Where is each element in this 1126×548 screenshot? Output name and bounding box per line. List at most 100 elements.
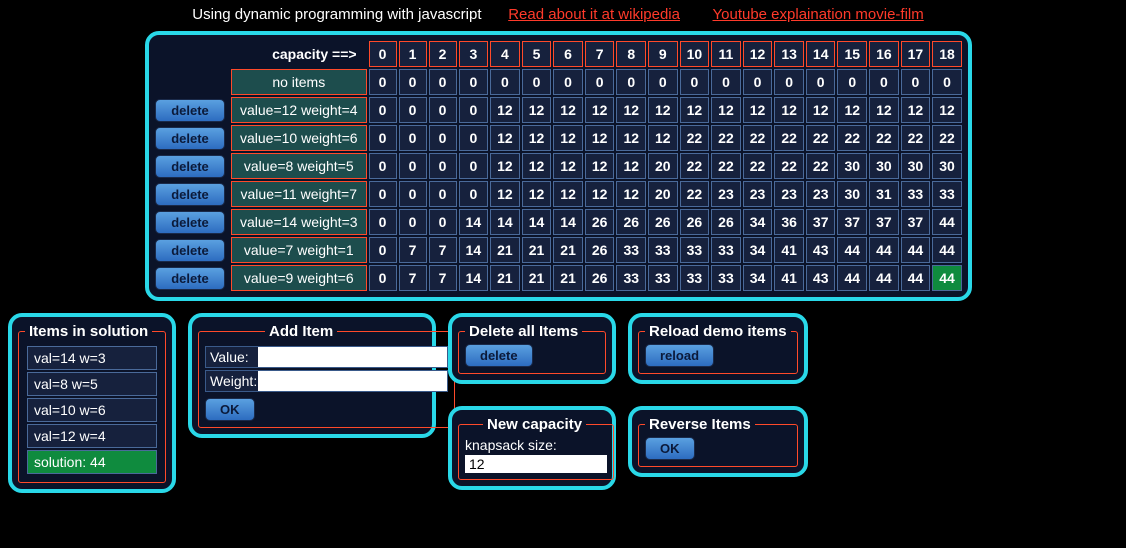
dp-cell: 34 — [743, 265, 773, 291]
add-item-ok-button[interactable]: OK — [205, 398, 255, 421]
dp-cell: 41 — [774, 237, 804, 263]
dp-cell: 21 — [490, 237, 520, 263]
capacity-header: 2 — [429, 41, 457, 67]
dp-cell: 37 — [869, 209, 899, 235]
wikipedia-link[interactable]: Read about it at wikipedia — [508, 6, 680, 23]
solution-item: val=10 w=6 — [27, 398, 157, 422]
header-bar: Using dynamic programming with javascrip… — [0, 0, 1126, 29]
dp-cell: 0 — [774, 69, 804, 95]
dp-cell: 44 — [901, 265, 931, 291]
dp-cell: 43 — [806, 265, 836, 291]
dp-cell: 12 — [553, 181, 583, 207]
dp-cell: 0 — [399, 181, 427, 207]
delete-row-button[interactable]: delete — [155, 239, 225, 262]
dp-cell: 0 — [490, 69, 520, 95]
capacity-header: 4 — [490, 41, 520, 67]
dp-cell: 14 — [490, 209, 520, 235]
capacity-header: 16 — [869, 41, 899, 67]
dp-cell: 12 — [743, 97, 773, 123]
capacity-header: 0 — [369, 41, 397, 67]
solution-item: val=12 w=4 — [27, 424, 157, 448]
dp-cell: 22 — [711, 125, 741, 151]
delete-row-button[interactable]: delete — [155, 99, 225, 122]
capacity-header: 6 — [553, 41, 583, 67]
dp-cell: 43 — [806, 237, 836, 263]
dp-cell: 37 — [901, 209, 931, 235]
dp-cell: 14 — [553, 209, 583, 235]
capacity-header: 7 — [585, 41, 615, 67]
reload-panel: Reload demo items reload — [628, 313, 808, 384]
dp-cell: 7 — [399, 265, 427, 291]
youtube-link[interactable]: Youtube explaination movie-film — [713, 6, 924, 23]
row-label: value=7 weight=1 — [231, 237, 367, 263]
dp-cell: 0 — [459, 97, 489, 123]
solution-legend: Items in solution — [25, 323, 152, 340]
delete-row-button[interactable]: delete — [155, 155, 225, 178]
dp-cell: 23 — [806, 181, 836, 207]
delete-all-legend: Delete all Items — [465, 323, 582, 340]
reverse-ok-button[interactable]: OK — [645, 437, 695, 460]
new-capacity-panel: New capacity knapsack size: — [448, 406, 616, 490]
dp-cell: 36 — [774, 209, 804, 235]
dp-cell: 33 — [711, 265, 741, 291]
dp-cell: 22 — [680, 181, 710, 207]
solution-panel: Items in solution val=14 w=3val=8 w=5val… — [8, 313, 176, 493]
dp-cell: 22 — [837, 125, 867, 151]
dp-cell: 12 — [522, 181, 552, 207]
reload-legend: Reload demo items — [645, 323, 791, 340]
dp-cell: 22 — [711, 153, 741, 179]
dp-cell: 12 — [553, 153, 583, 179]
dp-table-panel: capacity ==>0123456789101112131415161718… — [145, 31, 972, 301]
solution-item: val=8 w=5 — [27, 372, 157, 396]
dp-cell: 0 — [399, 153, 427, 179]
row-label: value=9 weight=6 — [231, 265, 367, 291]
delete-row-button[interactable]: delete — [155, 183, 225, 206]
add-item-legend: Add Item — [265, 323, 337, 340]
dp-cell: 12 — [585, 181, 615, 207]
capacity-header: 15 — [837, 41, 867, 67]
dp-cell: 12 — [490, 97, 520, 123]
dp-cell: 21 — [490, 265, 520, 291]
dp-cell: 21 — [522, 237, 552, 263]
dp-cell: 30 — [932, 153, 962, 179]
dp-cell: 44 — [932, 237, 962, 263]
dp-cell: 0 — [369, 97, 397, 123]
delete-row-button[interactable]: delete — [155, 267, 225, 290]
capacity-header: 1 — [399, 41, 427, 67]
capacity-header: 10 — [680, 41, 710, 67]
dp-cell: 22 — [680, 153, 710, 179]
dp-cell: 14 — [459, 209, 489, 235]
capacity-header: 17 — [901, 41, 931, 67]
dp-cell: 12 — [585, 153, 615, 179]
dp-cell: 37 — [806, 209, 836, 235]
dp-cell: 0 — [369, 181, 397, 207]
capacity-label: capacity ==> — [155, 41, 367, 67]
dp-cell: 33 — [616, 237, 646, 263]
dp-table: capacity ==>0123456789101112131415161718… — [153, 39, 964, 293]
dp-cell: 30 — [837, 153, 867, 179]
dp-cell: 12 — [774, 97, 804, 123]
dp-cell: 44 — [837, 265, 867, 291]
dp-cell: 33 — [616, 265, 646, 291]
solution-total: solution: 44 — [27, 450, 157, 474]
dp-cell: 34 — [743, 209, 773, 235]
reload-button[interactable]: reload — [645, 344, 714, 367]
knapsack-size-input[interactable] — [465, 455, 607, 473]
dp-cell: 44 — [837, 237, 867, 263]
weight-input[interactable] — [258, 371, 447, 391]
dp-cell: 12 — [711, 97, 741, 123]
dp-cell: 22 — [806, 125, 836, 151]
value-input[interactable] — [258, 347, 447, 367]
dp-cell: 26 — [680, 209, 710, 235]
dp-cell: 12 — [553, 97, 583, 123]
dp-cell: 12 — [585, 97, 615, 123]
dp-cell: 7 — [399, 237, 427, 263]
page-title: Using dynamic programming with javascrip… — [192, 6, 481, 23]
dp-cell: 0 — [399, 69, 427, 95]
delete-all-button[interactable]: delete — [465, 344, 533, 367]
dp-cell: 21 — [553, 237, 583, 263]
dp-cell: 26 — [585, 237, 615, 263]
delete-row-button[interactable]: delete — [155, 127, 225, 150]
delete-row-button[interactable]: delete — [155, 211, 225, 234]
dp-cell: 23 — [774, 181, 804, 207]
